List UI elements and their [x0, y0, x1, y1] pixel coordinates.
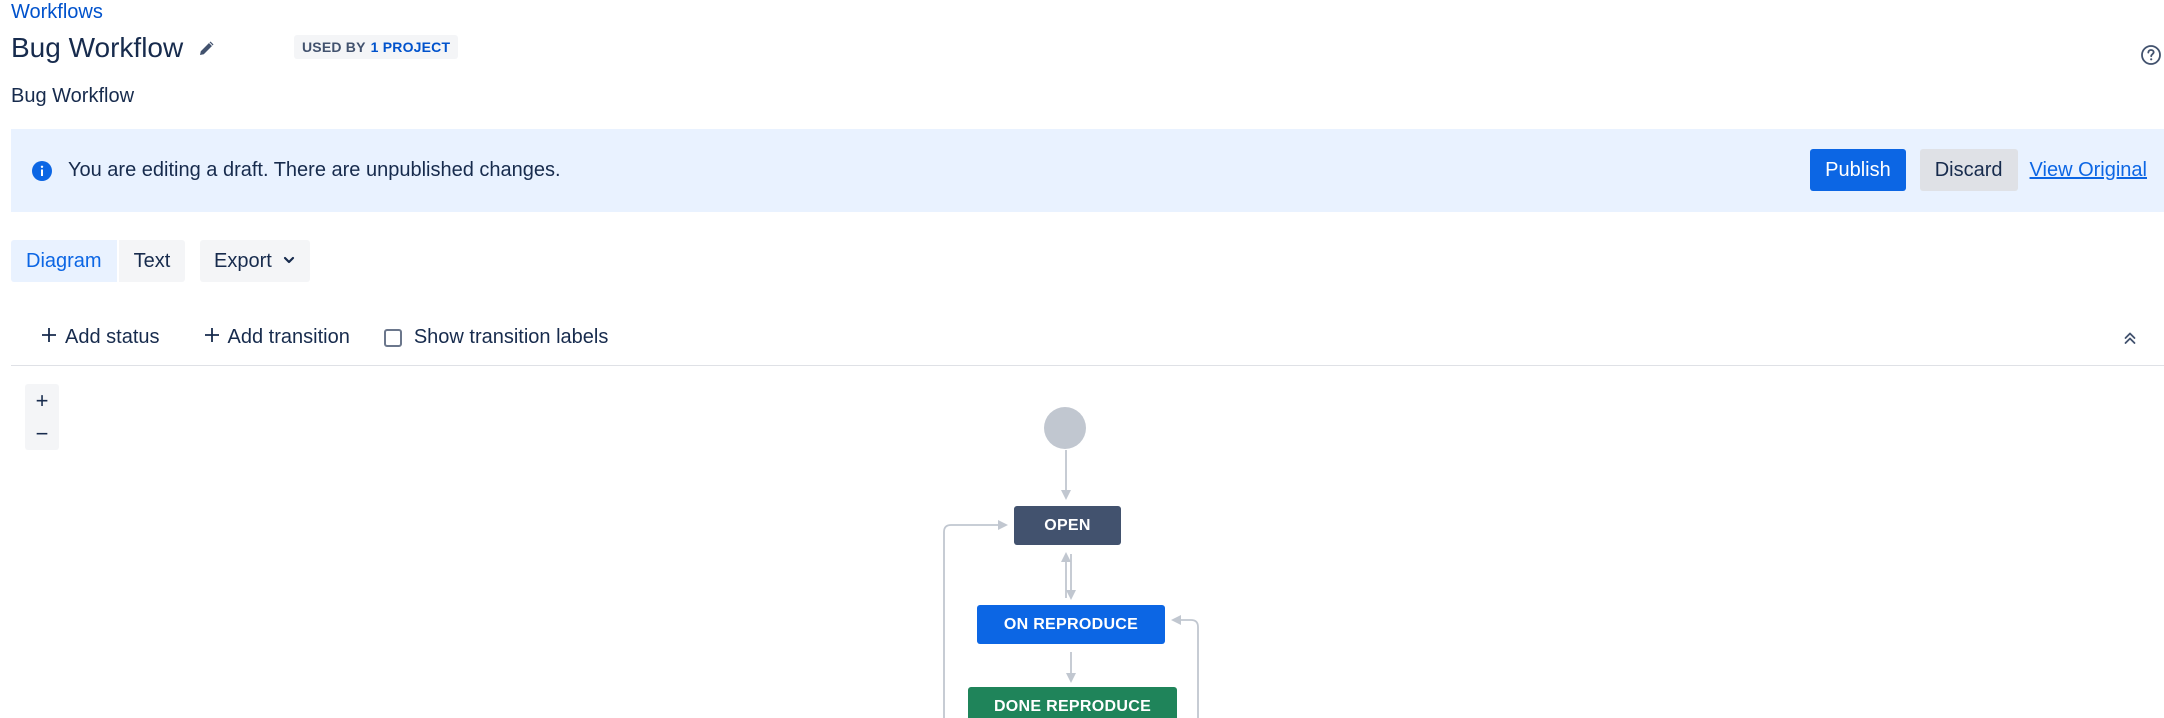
help-icon[interactable] [2138, 42, 2164, 68]
collapse-icon[interactable] [2118, 326, 2142, 350]
add-status-button[interactable]: Add status [41, 326, 160, 349]
diagram-toolbar: Add status Add transition Show transitio… [11, 310, 2164, 366]
draft-message: You are editing a draft. There are unpub… [68, 159, 561, 181]
status-done-reproduce[interactable]: DONE REPRODUCE [968, 687, 1177, 718]
view-tabs: Diagram Text [11, 240, 186, 282]
tab-text[interactable]: Text [118, 240, 186, 282]
add-transition-label: Add transition [227, 326, 350, 348]
workflow-description: Bug Workflow [11, 85, 135, 107]
view-original-link[interactable]: View Original [2030, 159, 2147, 182]
title-row: Bug Workflow [11, 28, 219, 68]
show-transition-labels-checkbox[interactable] [383, 328, 402, 347]
add-transition-button[interactable]: Add transition [204, 326, 350, 349]
status-open[interactable]: OPEN [1014, 506, 1121, 545]
start-node[interactable] [1044, 407, 1086, 449]
banner-actions: Publish Discard View Original [1810, 149, 2147, 191]
show-transition-labels-toggle[interactable]: Show transition labels [383, 326, 609, 349]
breadcrumb-workflows[interactable]: Workflows [11, 0, 103, 24]
tab-diagram[interactable]: Diagram [11, 240, 117, 282]
discard-button[interactable]: Discard [1919, 149, 2018, 191]
workflow-diagram: OPEN ON REPRODUCE DONE REPRODUCE [0, 370, 2164, 718]
publish-button[interactable]: Publish [1810, 149, 1906, 191]
used-by-badge: USED BY 1 PROJECT [294, 35, 459, 59]
status-on-reproduce[interactable]: ON REPRODUCE [977, 605, 1165, 644]
show-transition-labels-label: Show transition labels [413, 326, 609, 348]
plus-icon [204, 326, 220, 349]
export-button[interactable]: Export [200, 240, 310, 282]
used-by-project-link[interactable]: 1 PROJECT [371, 39, 451, 55]
info-icon [30, 159, 54, 183]
add-status-label: Add status [65, 326, 160, 348]
export-label: Export [214, 249, 272, 272]
used-by-label: USED BY [302, 39, 366, 55]
edit-icon[interactable] [195, 36, 219, 60]
page-title: Bug Workflow [11, 32, 184, 63]
plus-icon [41, 326, 57, 349]
draft-banner: You are editing a draft. There are unpub… [11, 129, 2164, 212]
chevron-down-icon [282, 250, 296, 273]
